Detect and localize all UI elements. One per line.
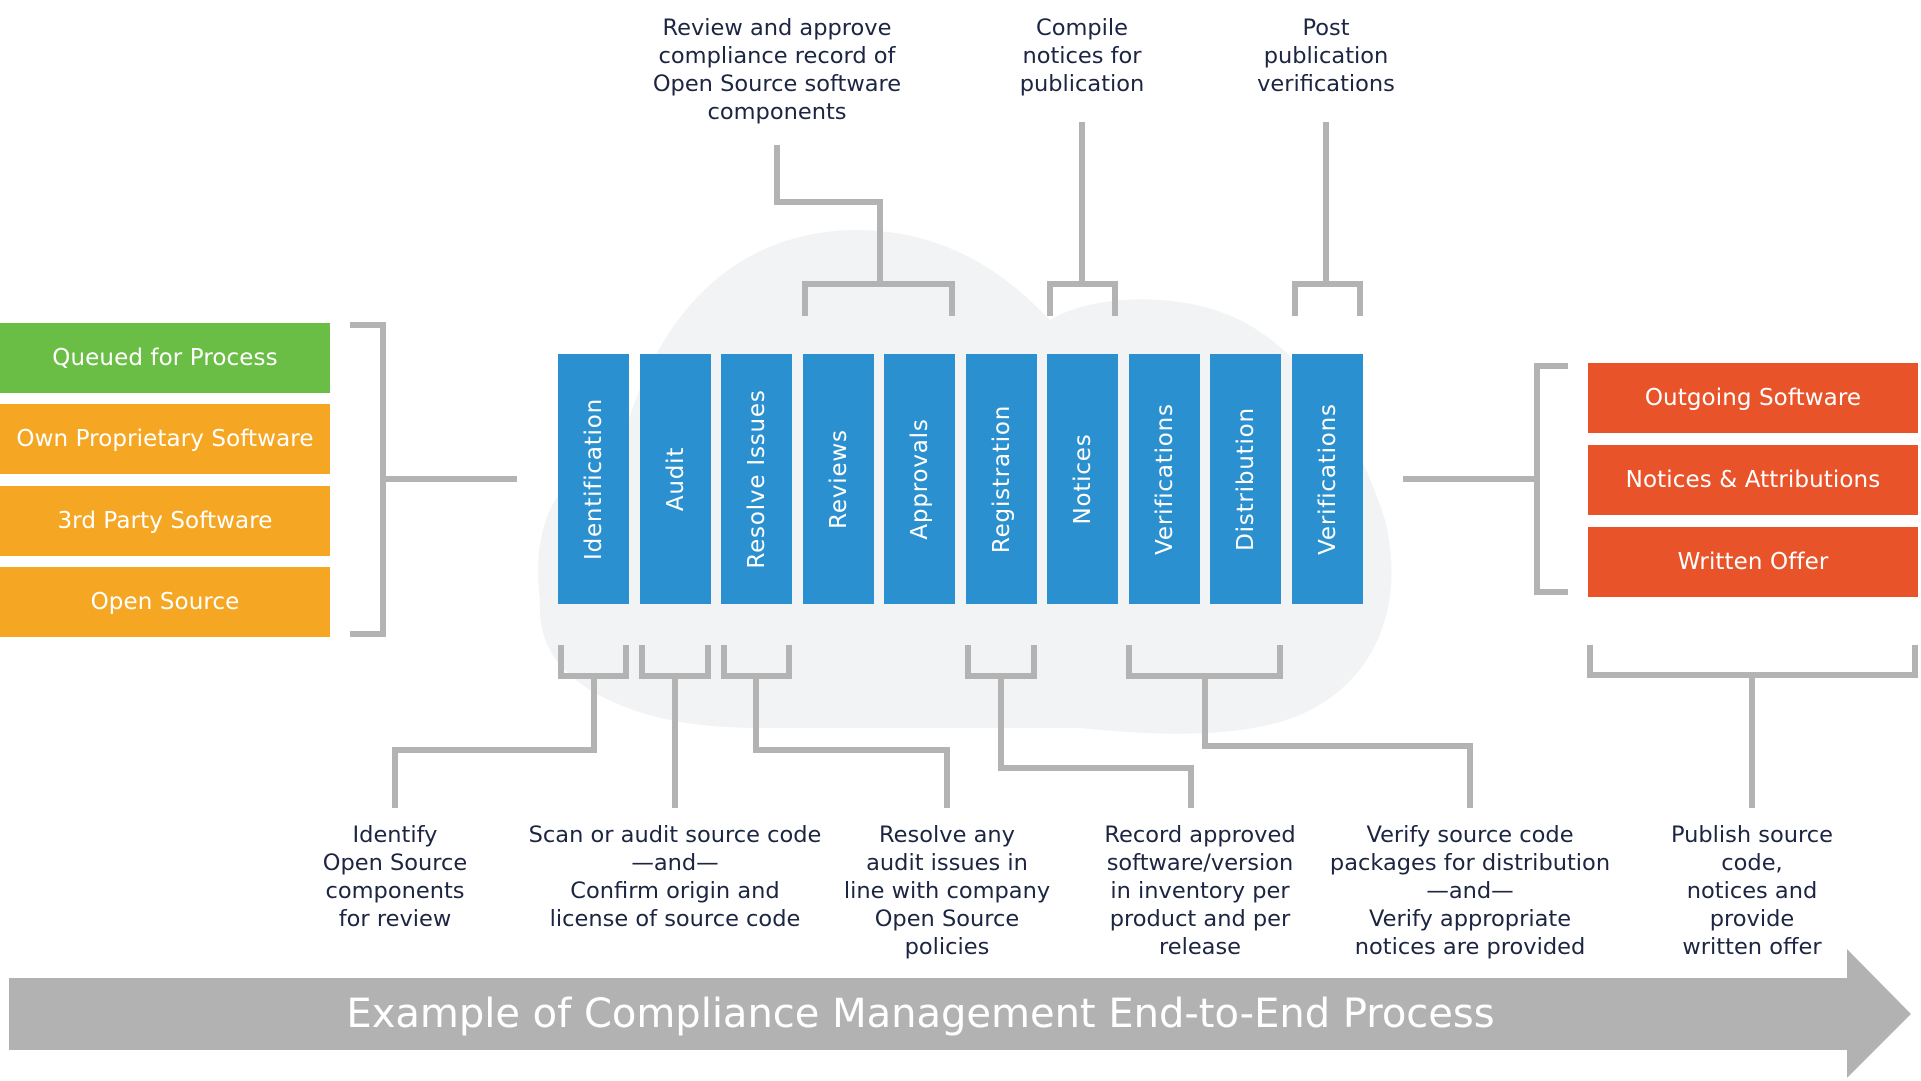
note-publish: Publish source code, notices and provide… bbox=[1670, 822, 1834, 960]
stage-verifications-post: Verifications bbox=[1292, 354, 1363, 604]
note-resolve: Resolve any audit issues in line with co… bbox=[843, 822, 1051, 960]
stage-registration: Registration bbox=[966, 354, 1037, 604]
input-3rd-party-software: 3rd Party Software bbox=[0, 486, 330, 556]
stage-label: Registration bbox=[988, 404, 1015, 554]
note-identify: Identify Open Source components for revi… bbox=[322, 822, 468, 932]
stage-label: Resolve Issues bbox=[743, 389, 770, 569]
input-open-source: Open Source bbox=[0, 567, 330, 637]
stage-verifications-pre: Verifications bbox=[1129, 354, 1200, 604]
stage-approvals: Approvals bbox=[884, 354, 955, 604]
top-bracket-verifications bbox=[1292, 281, 1363, 316]
inputs-bracket bbox=[350, 322, 386, 637]
stage-label: Identification bbox=[580, 397, 607, 561]
stage-label: Approvals bbox=[906, 418, 933, 540]
stage-label: Reviews bbox=[825, 429, 852, 529]
input-own-proprietary-software: Own Proprietary Software bbox=[0, 404, 330, 474]
stage-label: Distribution bbox=[1232, 407, 1259, 551]
banner-title-text: Example of Compliance Management End-to-… bbox=[346, 991, 1495, 1037]
outputs-bracket bbox=[1534, 363, 1568, 595]
output-label: Outgoing Software bbox=[1644, 385, 1862, 411]
stage-notices: Notices bbox=[1047, 354, 1118, 604]
stage-label: Verifications bbox=[1314, 403, 1341, 555]
stage-label: Verifications bbox=[1151, 403, 1178, 555]
output-written-offer: Written Offer bbox=[1588, 527, 1918, 597]
output-label: Notices & Attributions bbox=[1625, 467, 1881, 493]
input-label: Open Source bbox=[90, 589, 240, 615]
stage-audit: Audit bbox=[640, 354, 711, 604]
output-outgoing-software: Outgoing Software bbox=[1588, 363, 1918, 433]
input-queued-for-process: Queued for Process bbox=[0, 323, 330, 393]
stage-label: Audit bbox=[662, 446, 689, 512]
bottom-connector-identification bbox=[392, 676, 597, 808]
note-verify-source: Verify source code packages for distribu… bbox=[1329, 822, 1611, 960]
input-label: Own Proprietary Software bbox=[16, 426, 314, 452]
note-compile-notices: Compile notices for publication bbox=[1019, 15, 1145, 97]
banner-title: Example of Compliance Management End-to-… bbox=[0, 988, 1921, 1040]
note-post-publication: Post publication verifications bbox=[1257, 15, 1395, 97]
stage-resolve-issues: Resolve Issues bbox=[721, 354, 792, 604]
output-notices-attributions: Notices & Attributions bbox=[1588, 445, 1918, 515]
stage-distribution: Distribution bbox=[1210, 354, 1281, 604]
stage-label: Notices bbox=[1069, 433, 1096, 525]
output-label: Written Offer bbox=[1677, 549, 1829, 575]
input-label: 3rd Party Software bbox=[57, 508, 273, 534]
note-record: Record approved software/version in inve… bbox=[1104, 822, 1296, 960]
stage-identification: Identification bbox=[558, 354, 629, 604]
stage-reviews: Reviews bbox=[803, 354, 874, 604]
input-label: Queued for Process bbox=[52, 345, 278, 371]
note-scan-audit: Scan or audit source code —and— Confirm … bbox=[528, 822, 822, 932]
bottom-bracket-outputs bbox=[1587, 645, 1918, 678]
note-review-approve: Review and approve compliance record of … bbox=[652, 15, 902, 125]
